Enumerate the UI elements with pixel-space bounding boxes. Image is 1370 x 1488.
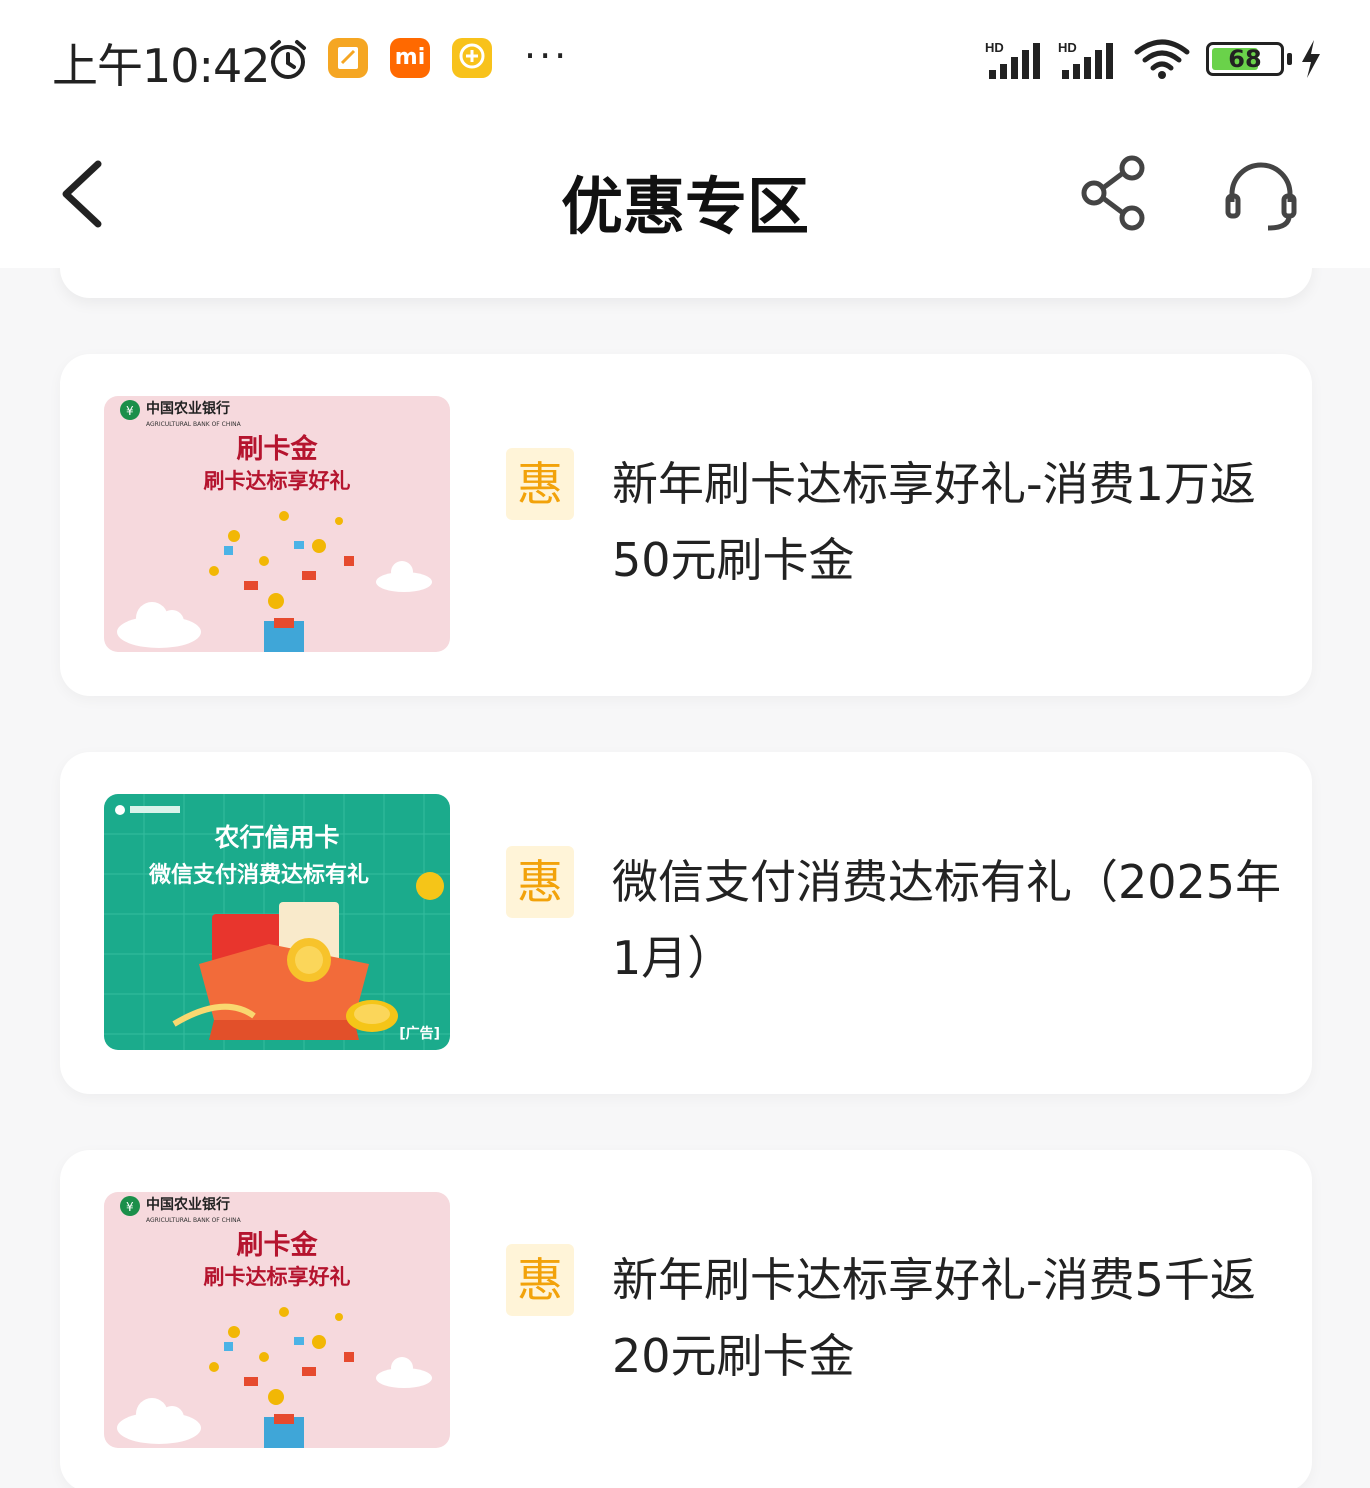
share-button[interactable] xyxy=(1080,154,1150,232)
promo-title: 微信支付消费达标有礼（2025年1月） xyxy=(612,855,1282,985)
discount-badge: 惠 xyxy=(506,846,574,918)
page-title: 优惠专区 xyxy=(560,170,809,243)
ad-tag: [广告] xyxy=(399,1025,440,1042)
battery-icon: 68 xyxy=(1206,42,1284,76)
signal-hd-icon: HD xyxy=(985,40,1040,79)
image-bank-en: AGRICULTURAL BANK OF CHINA xyxy=(146,1217,242,1224)
svg-text:¥: ¥ xyxy=(126,404,134,418)
customer-service-button[interactable] xyxy=(1224,158,1298,232)
image-subline: 刷卡达标享好礼 xyxy=(204,469,351,493)
image-bank-name: 中国农业银行 xyxy=(146,1196,230,1213)
promo-card[interactable]: ¥ 中国农业银行 AGRICULTURAL BANK OF CHINA 刷卡金 … xyxy=(60,1150,1312,1488)
promo-image: ¥ 中国农业银行 AGRICULTURAL BANK OF CHINA 刷卡金 … xyxy=(104,1192,450,1448)
svg-text:¥: ¥ xyxy=(126,1200,134,1214)
more-notifications-icon: ··· xyxy=(524,34,570,78)
svg-text:HD: HD xyxy=(1058,40,1077,55)
image-bank-name: 中国农业银行 xyxy=(146,400,230,417)
battery-level-text: 68 xyxy=(1228,45,1262,73)
image-headline: 刷卡金 xyxy=(237,433,319,465)
previous-card-edge xyxy=(60,268,1312,298)
discount-badge: 惠 xyxy=(506,448,574,520)
promo-list: ¥ 中国农业银行 AGRICULTURAL BANK OF CHINA 刷卡金 … xyxy=(0,268,1370,1488)
alarm-icon xyxy=(270,40,306,79)
image-subline: 刷卡达标享好礼 xyxy=(204,1265,351,1289)
wifi-icon xyxy=(1134,39,1190,79)
headset-icon xyxy=(1225,162,1297,231)
notes-app-icon xyxy=(328,38,368,78)
promo-title: 新年刷卡达标享好礼-消费5千返20元刷卡金 xyxy=(612,1253,1256,1383)
charging-icon xyxy=(1302,40,1320,78)
promo-image: ¥ 中国农业银行 AGRICULTURAL BANK OF CHINA 刷卡金 … xyxy=(104,396,450,652)
promo-card[interactable]: ¥ 中国农业银行 AGRICULTURAL BANK OF CHINA 刷卡金 … xyxy=(60,354,1312,696)
svg-text:HD: HD xyxy=(985,40,1004,55)
nav-bar: 优惠专区 xyxy=(0,118,1370,268)
discount-badge: 惠 xyxy=(506,1244,574,1316)
image-headline: 刷卡金 xyxy=(237,1229,319,1261)
image-bank-en: AGRICULTURAL BANK OF CHINA xyxy=(146,421,242,428)
status-bar: 上午10:42 mi ··· HD HD 68 xyxy=(0,0,1370,118)
mi-app-icon: mi xyxy=(390,38,430,78)
image-headline: 农行信用卡 xyxy=(213,823,339,852)
promo-card[interactable]: 农行信用卡 微信支付消费达标有礼 [广告] 惠 微信支付消费达标有礼（2025年… xyxy=(60,752,1312,1094)
shopping-app-icon xyxy=(452,38,492,78)
signal-hd-2-icon: HD xyxy=(1058,40,1113,79)
promo-title: 新年刷卡达标享好礼-消费1万返50元刷卡金 xyxy=(612,457,1256,587)
status-time: 上午10:42 xyxy=(52,39,271,93)
share-icon xyxy=(1081,155,1145,231)
promo-image: 农行信用卡 微信支付消费达标有礼 [广告] xyxy=(104,794,450,1050)
image-subline: 微信支付消费达标有礼 xyxy=(148,862,369,888)
battery-tip xyxy=(1287,53,1292,65)
